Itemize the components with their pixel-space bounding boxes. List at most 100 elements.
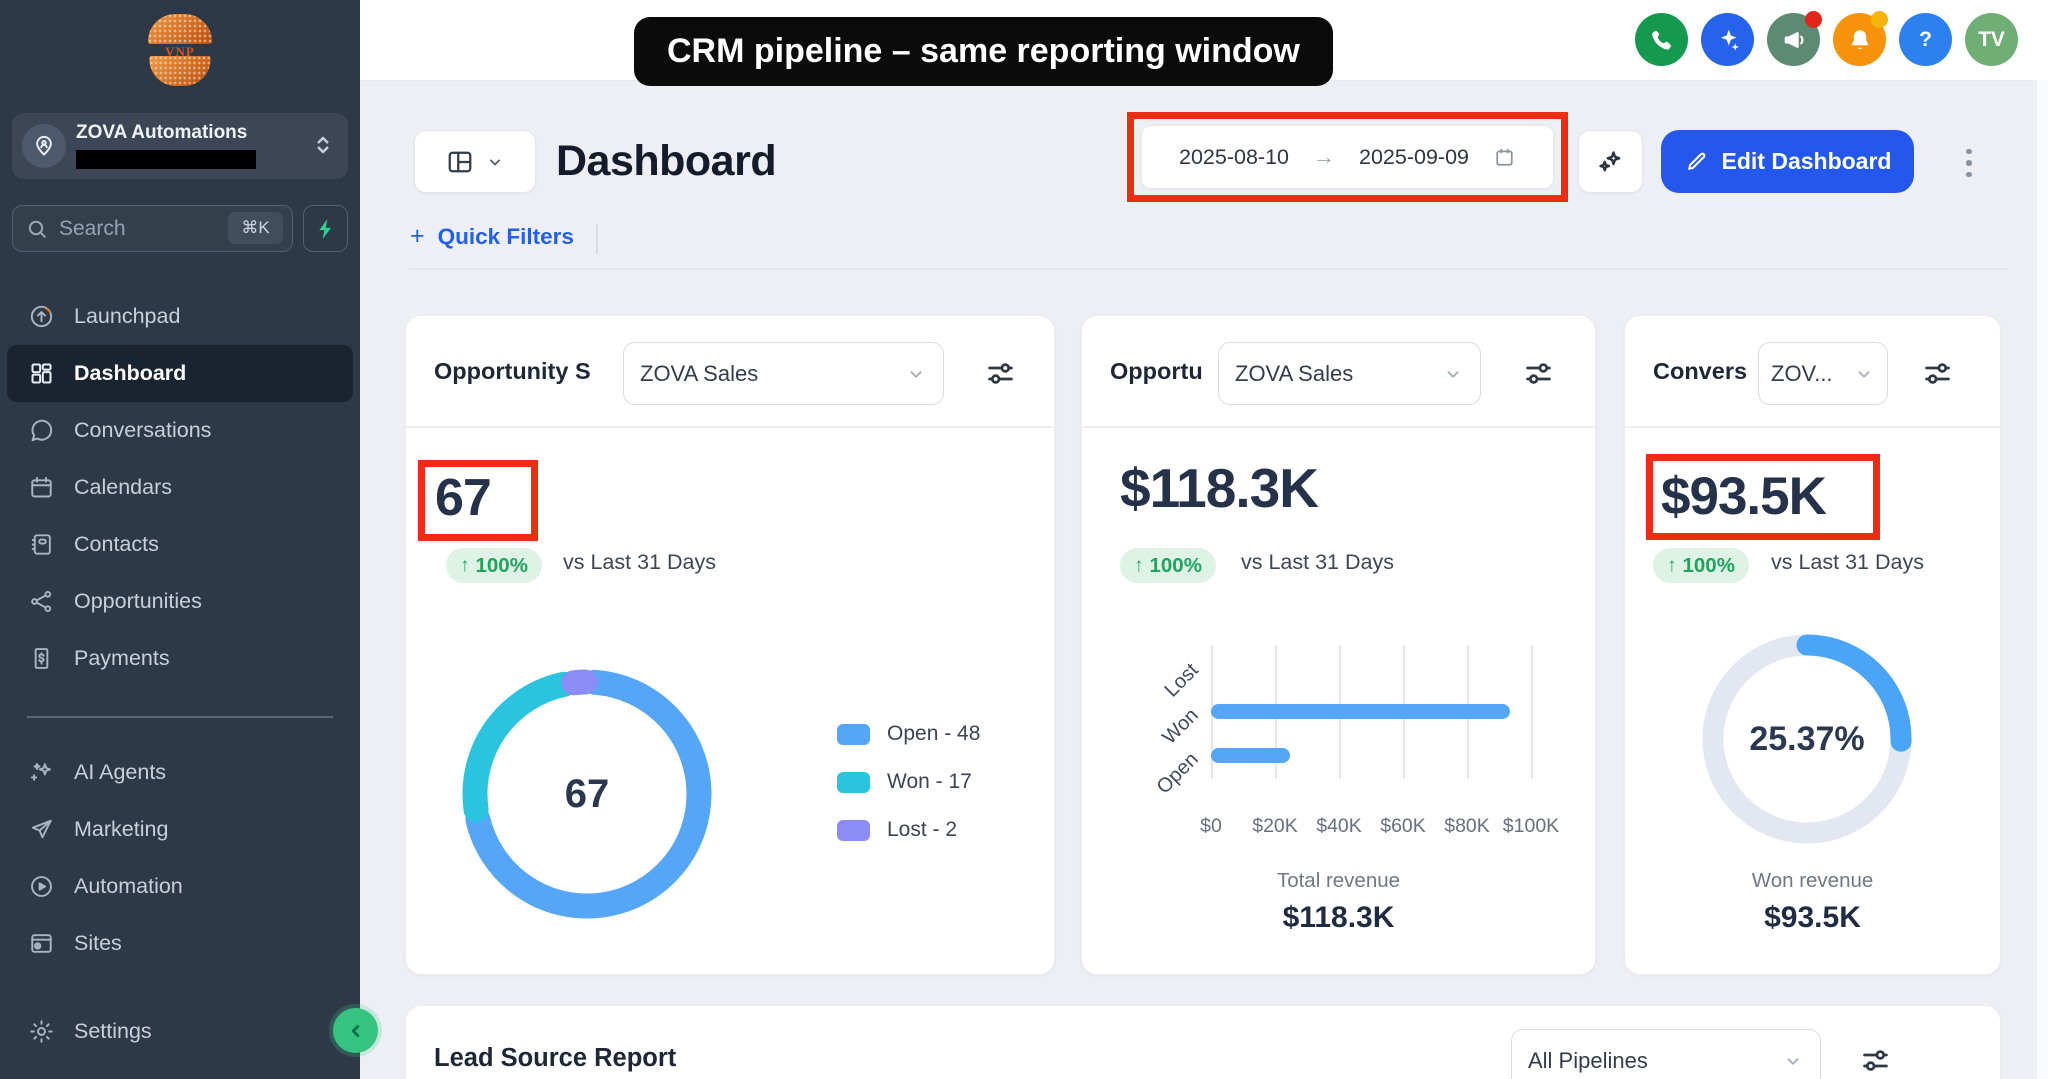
quick-filters-divider	[596, 224, 598, 254]
opportunity-count-value: 67	[435, 468, 491, 528]
legend-item: Lost - 2	[837, 818, 980, 842]
quick-actions-button[interactable]	[303, 205, 348, 252]
pipeline-select[interactable]: ZOVA Sales	[623, 342, 944, 405]
quick-filters-label: Quick Filters	[438, 224, 574, 250]
bell-icon	[1845, 25, 1875, 55]
lead-source-title: Lead Source Report	[434, 1044, 676, 1073]
pipeline-select-value: ZOV...	[1771, 361, 1833, 387]
phone-button[interactable]	[1635, 13, 1688, 66]
delta-value: 100%	[476, 554, 528, 578]
header-divider	[409, 268, 2008, 270]
chart-footer-label: Total revenue	[1082, 869, 1595, 893]
ai-magic-button[interactable]	[1578, 130, 1643, 193]
notification-dot	[1805, 11, 1822, 28]
dashboard-icon	[28, 360, 55, 387]
sidebar-item-automation[interactable]: Automation	[0, 858, 360, 915]
sidebar-nav-secondary: AI Agents Marketing Automation Sites	[0, 744, 360, 972]
announcements-button[interactable]	[1767, 13, 1820, 66]
annotation-banner: CRM pipeline – same reporting window	[634, 17, 1333, 86]
legend-item: Won - 17	[837, 770, 980, 794]
sidebar-item-ai-agents[interactable]: AI Agents	[0, 744, 360, 801]
sidebar-item-label: Dashboard	[74, 361, 186, 386]
card-title: Opportu	[1110, 316, 1203, 426]
sidebar-search[interactable]: ⌘K	[12, 205, 293, 252]
delta-value: 100%	[1150, 554, 1202, 578]
bar-open	[1211, 748, 1290, 763]
help-button[interactable]: ?	[1899, 13, 1952, 66]
notifications-button[interactable]	[1833, 13, 1886, 66]
quick-filters-link[interactable]: + Quick Filters	[410, 222, 574, 251]
lightning-icon	[313, 216, 339, 242]
legend-item: Open - 48	[837, 722, 980, 746]
redacted-subaccount-text	[76, 150, 256, 169]
ai-assistant-button[interactable]	[1701, 13, 1754, 66]
sidebar-item-label: Settings	[74, 1019, 152, 1044]
opportunity-status-donut-chart: 67	[451, 658, 723, 930]
sidebar-item-dashboard[interactable]: Dashboard	[7, 345, 353, 402]
sidebar-settings-row: Settings	[0, 1003, 360, 1060]
chart-footer-value: $118.3K	[1082, 901, 1595, 935]
arrow-up-icon: ↑	[460, 555, 470, 577]
logo-text: VNP	[142, 44, 218, 60]
sidebar-item-label: Sites	[74, 931, 122, 956]
edit-dashboard-button[interactable]: Edit Dashboard	[1661, 130, 1914, 193]
sidebar-item-label: AI Agents	[74, 760, 166, 785]
more-options-menu[interactable]	[1954, 137, 1984, 189]
chevron-down-icon	[485, 152, 505, 172]
scrollbar-track[interactable]	[2037, 80, 2048, 1079]
sidebar-item-opportunities[interactable]: Opportunities	[0, 573, 360, 630]
sidebar-item-contacts[interactable]: Contacts	[0, 516, 360, 573]
sidebar-item-settings[interactable]: Settings	[0, 1003, 360, 1060]
legend-label: Won - 17	[887, 770, 972, 794]
sidebar-item-label: Contacts	[74, 532, 159, 557]
card-head-divider	[1082, 426, 1595, 428]
donut-center-label: 67	[451, 658, 723, 930]
notification-dot	[1871, 11, 1888, 28]
conversion-card: Convers ZOV... $93.5K ↑ 100% vs Last 31 …	[1624, 315, 2001, 975]
widget-filter-icon[interactable]	[1521, 356, 1556, 391]
gridline	[1531, 645, 1533, 778]
sidebar-item-marketing[interactable]: Marketing	[0, 801, 360, 858]
avatar-label: TV	[1978, 28, 2005, 52]
gear-icon	[28, 1018, 55, 1045]
crm-dashboard-page: VNP ZOVA Automations ⌘K Launchpad Dashboa…	[0, 0, 2048, 1079]
chart-footer-value: $93.5K	[1625, 901, 2000, 935]
search-shortcut-badge: ⌘K	[228, 212, 283, 244]
won-revenue-value: $93.5K	[1661, 466, 1826, 527]
delta-badge: ↑ 100%	[1653, 548, 1749, 583]
card-head-divider	[406, 426, 1054, 428]
sidebar-item-label: Launchpad	[74, 304, 180, 329]
sidebar-collapse-button[interactable]	[333, 1008, 378, 1053]
sidebar-item-label: Marketing	[74, 817, 168, 842]
phone-icon	[1647, 25, 1677, 55]
megaphone-icon	[1779, 25, 1809, 55]
sparkles-icon	[1596, 147, 1626, 177]
delta-badge: ↑ 100%	[1120, 548, 1216, 583]
widget-filter-icon[interactable]	[1858, 1043, 1893, 1078]
bar-won	[1211, 704, 1510, 719]
delta-note: vs Last 31 Days	[1771, 550, 1924, 575]
delta-note: vs Last 31 Days	[563, 550, 716, 575]
pipeline-select[interactable]: ZOV...	[1758, 342, 1888, 405]
contacts-icon	[28, 531, 55, 558]
pipeline-select[interactable]: All Pipelines	[1511, 1029, 1821, 1079]
search-input[interactable]	[57, 207, 221, 251]
layout-icon	[445, 147, 475, 177]
avatar-button[interactable]: TV	[1965, 13, 2018, 66]
sidebar-item-launchpad[interactable]: Launchpad	[0, 288, 360, 345]
chevron-down-icon	[1442, 363, 1464, 385]
sidebar-item-label: Opportunities	[74, 589, 202, 614]
dashboard-layout-button[interactable]	[414, 130, 536, 193]
date-range-picker[interactable]: 2025-08-10 → 2025-09-09	[1141, 125, 1554, 189]
widget-filter-icon[interactable]	[983, 356, 1018, 391]
sidebar-item-payments[interactable]: Payments	[0, 630, 360, 687]
account-switcher[interactable]: ZOVA Automations	[12, 113, 348, 179]
sidebar-item-conversations[interactable]: Conversations	[0, 402, 360, 459]
legend-swatch	[837, 820, 870, 841]
widget-filter-icon[interactable]	[1920, 356, 1955, 391]
edit-dashboard-label: Edit Dashboard	[1722, 148, 1892, 175]
sidebar-item-sites[interactable]: Sites	[0, 915, 360, 972]
pipeline-select[interactable]: ZOVA Sales	[1218, 342, 1481, 405]
sidebar-item-calendars[interactable]: Calendars	[0, 459, 360, 516]
location-person-icon	[31, 133, 57, 159]
